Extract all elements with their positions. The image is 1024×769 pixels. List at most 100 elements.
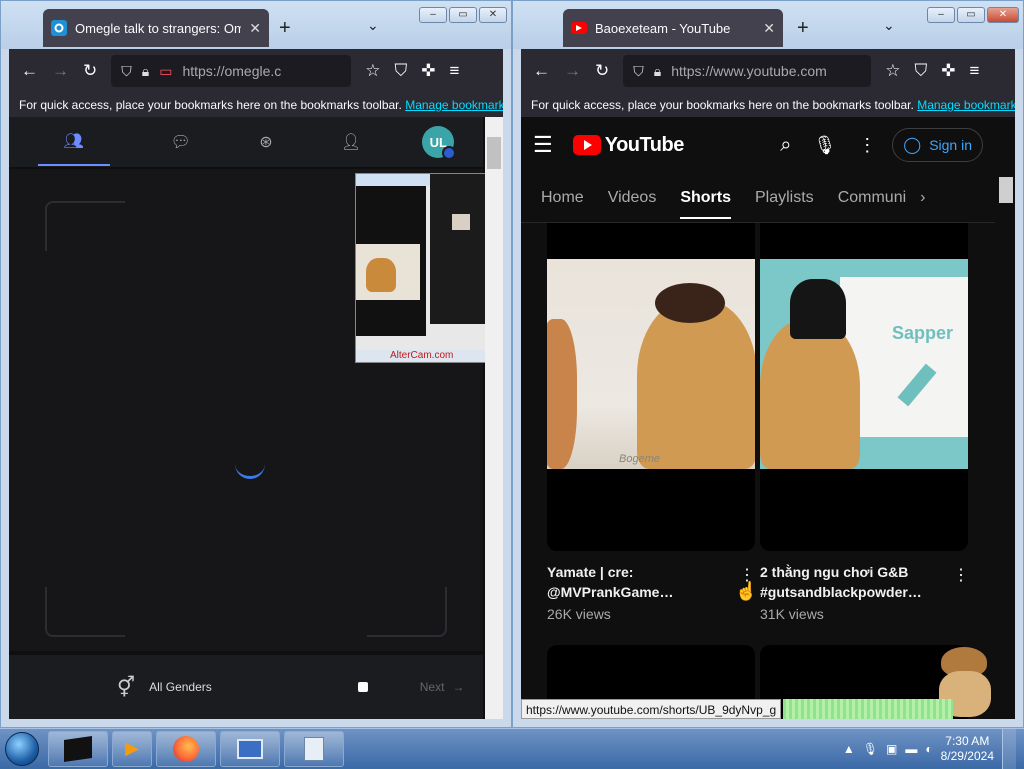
bookmark-star-icon[interactable]: ☆ (365, 61, 380, 81)
frame-corner (45, 201, 125, 251)
tab-shorts[interactable]: Shorts (680, 189, 731, 219)
more-options-icon[interactable]: ⋮ (858, 135, 876, 156)
scrollbar-thumb[interactable] (999, 177, 1013, 203)
pocket-icon[interactable]: ⛉ (915, 61, 928, 81)
page-scrollbar[interactable] (997, 117, 1015, 719)
new-tab-icon[interactable]: + (797, 17, 809, 40)
omegle-tab[interactable]: Omegle talk to strangers: Omegle ✕ (43, 9, 269, 47)
reload-icon[interactable]: ↻ (595, 61, 609, 81)
close-window-button[interactable]: ✕ (987, 7, 1019, 23)
network-icon[interactable]: ▬ (905, 742, 917, 756)
black-app-icon (64, 735, 92, 762)
short-views: 31K views (760, 606, 824, 622)
lock-icon[interactable]: 🔒︎ (142, 63, 149, 80)
show-hidden-icons[interactable]: ▲ (843, 742, 855, 756)
interests-nav-icon[interactable]: ⊛ (252, 128, 280, 156)
tab-videos[interactable]: Videos (608, 189, 657, 207)
menu-icon[interactable]: ≡ (450, 61, 460, 81)
search-icon[interactable]: ⌕ (780, 134, 791, 157)
logo-text: YouTube (604, 133, 685, 156)
clock[interactable]: 7:30 AM 8/29/2024 (941, 734, 994, 764)
camera-permission-icon[interactable]: ▭ (159, 63, 172, 80)
guide-menu-icon[interactable]: ☰ (533, 132, 553, 158)
sign-in-button[interactable]: ◯ Sign in (892, 128, 983, 162)
volume-icon[interactable]: ◐ (925, 742, 932, 756)
video-chat-nav-icon[interactable]: 👥︎ (37, 118, 110, 166)
manage-bookmarks-link[interactable]: Manage bookmarks (917, 98, 1015, 112)
tabs-scroll-right-icon[interactable]: › (920, 189, 925, 207)
tray-app-icon[interactable]: ▣ (886, 742, 897, 756)
list-tabs-chevron-icon[interactable]: ⌄ (367, 17, 379, 34)
omegle-favicon-icon (51, 20, 67, 36)
extensions-icon[interactable]: ✜ (941, 61, 955, 81)
reload-icon[interactable]: ↻ (83, 61, 97, 81)
url-bar[interactable]: ⛉ 🔒︎ https://www.youtube.com (623, 55, 872, 87)
taskbar-app-media[interactable]: ▶ (112, 730, 152, 767)
profile-nav-icon[interactable]: 👤︎ (337, 128, 365, 156)
lock-icon[interactable]: 🔒︎ (654, 63, 661, 80)
youtube-tab[interactable]: Baoexeteam - YouTube ✕ (563, 9, 783, 47)
maximize-button[interactable]: ▭ (449, 7, 477, 23)
sign-in-label: Sign in (929, 137, 972, 153)
shield-icon[interactable]: ⛉ (121, 63, 132, 80)
windows-orb-icon (5, 731, 39, 766)
taskbar-app-remote-desktop[interactable] (220, 730, 280, 767)
scrollbar-thumb[interactable] (487, 137, 501, 169)
tab-home[interactable]: Home (541, 189, 584, 207)
page-scrollbar[interactable] (485, 117, 503, 719)
close-tab-icon[interactable]: ✕ (249, 20, 261, 37)
bookmark-star-icon[interactable]: ☆ (885, 61, 900, 81)
microphone-tray-icon[interactable]: 🎙︎ (863, 742, 878, 756)
short-title[interactable]: 2 thằng ngu chơi G&B (760, 562, 970, 582)
bookmarks-hint: For quick access, place your bookmarks h… (531, 98, 914, 112)
bookmarks-toolbar: For quick access, place your bookmarks h… (9, 93, 503, 117)
list-tabs-chevron-icon[interactable]: ⌄ (883, 17, 895, 34)
avatar[interactable]: UL (422, 126, 457, 160)
minimize-button[interactable]: – (419, 7, 447, 23)
minimize-button[interactable]: – (927, 7, 955, 23)
mouse-cursor-icon: ☝ (735, 581, 758, 601)
clock-date: 8/29/2024 (940, 748, 994, 763)
taskbar-app-black-box[interactable] (48, 730, 108, 767)
next-button[interactable]: Next (420, 680, 445, 694)
text-chat-nav-icon[interactable]: 💬︎ (167, 128, 195, 156)
frame-corner (45, 587, 125, 637)
short-title[interactable]: Yamate | cre: (547, 562, 757, 582)
stop-button[interactable] (357, 682, 368, 692)
short-meta: Yamate | cre: @MVPrankGame… 26K views (547, 562, 757, 624)
start-button[interactable] (0, 729, 44, 769)
short-more-icon[interactable]: ⋮ (953, 565, 969, 585)
tab-playlists[interactable]: Playlists (755, 189, 814, 207)
manage-bookmarks-link[interactable]: Manage bookmarks (405, 98, 503, 112)
bookmarks-toolbar: For quick access, place your bookmarks h… (521, 93, 1015, 117)
taskbar-app-firefox[interactable] (156, 730, 216, 767)
extensions-icon[interactable]: ✜ (421, 61, 435, 81)
close-tab-icon[interactable]: ✕ (763, 20, 775, 37)
gender-filter[interactable]: All Genders (149, 680, 212, 694)
short-thumbnail[interactable]: Sapper (760, 223, 968, 551)
short-title-cont[interactable]: @MVPrankGame… (547, 582, 757, 602)
next-arrow-icon[interactable]: → (452, 680, 464, 694)
taskbar-app-calculator[interactable] (284, 730, 344, 767)
maximize-button[interactable]: ▭ (957, 7, 985, 23)
pocket-icon[interactable]: ⛉ (395, 61, 408, 81)
back-icon[interactable]: ← (533, 61, 550, 81)
close-window-button[interactable]: ✕ (479, 7, 507, 23)
tab-community[interactable]: Communi (838, 189, 906, 207)
menu-icon[interactable]: ≡ (970, 61, 980, 81)
short-title-cont[interactable]: #gutsandblackpowder… (760, 582, 970, 602)
short-thumbnail[interactable]: Bogeme (547, 223, 755, 551)
url-text: https://www.youtube.com (671, 63, 827, 79)
new-tab-icon[interactable]: + (279, 17, 291, 40)
youtube-logo-icon (572, 135, 601, 155)
forward-icon[interactable]: → (564, 61, 581, 81)
microphone-icon[interactable]: 🎙︎ (813, 135, 836, 156)
gender-icon[interactable]: ⚥ (117, 675, 135, 700)
youtube-logo[interactable]: YouTube (572, 133, 685, 157)
tab-title: Baoexeteam - YouTube (595, 20, 731, 36)
show-desktop-button[interactable] (1002, 728, 1016, 769)
shield-icon[interactable]: ⛉ (633, 63, 644, 80)
forward-icon[interactable]: → (52, 61, 69, 81)
url-bar[interactable]: ⛉ 🔒︎ ▭ https://omegle.c (111, 55, 352, 87)
back-icon[interactable]: ← (21, 61, 38, 81)
